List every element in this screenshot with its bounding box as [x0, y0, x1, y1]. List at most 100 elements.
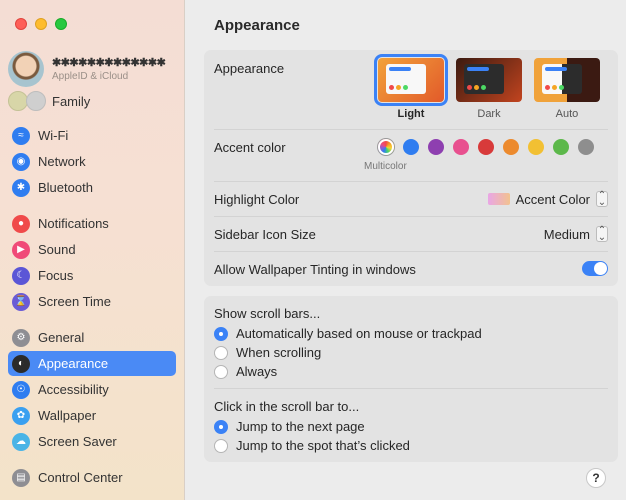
sidebar-item-control-center[interactable]: ▤ Control Center [8, 465, 176, 490]
help-button[interactable]: ? [586, 468, 606, 488]
sidebar-item-label: Accessibility [38, 382, 109, 397]
wifi-icon: ≈ [12, 126, 30, 145]
sidebar-item-label: Notifications [38, 216, 109, 231]
sidebar-item-label: Bluetooth [38, 180, 93, 195]
close-button[interactable] [15, 18, 27, 30]
accent-swatches [378, 139, 594, 155]
scroll-click-option-spot-clicked[interactable]: Jump to the spot that’s clicked [214, 438, 410, 453]
scroll-click-label: Click in the scroll bar to... [214, 399, 360, 414]
family-label: Family [52, 93, 91, 109]
sidebar-item-wallpaper[interactable]: ✿ Wallpaper [8, 403, 176, 428]
accent-graphite[interactable] [578, 139, 594, 155]
account-name: ✱✱✱✱✱✱✱✱✱✱✱✱✱ [52, 57, 166, 69]
appearance-option-dark[interactable]: Dark [456, 58, 522, 120]
option-label: Light [397, 108, 425, 120]
sidebar-item-label: Sound [38, 242, 76, 257]
sidebar-item-network[interactable]: ◉ Network [8, 149, 176, 174]
main-pane: Appearance Appearance Light Dark Auto Ac… [186, 0, 626, 500]
chevron-updown-icon: ⌃ ⌄ [596, 225, 608, 243]
radio-button[interactable] [214, 419, 228, 434]
account-subtitle: AppleID & iCloud [52, 71, 129, 82]
accent-green[interactable] [553, 139, 569, 155]
globe-icon: ◉ [12, 152, 30, 171]
account-row[interactable]: ✱✱✱✱✱✱✱✱✱✱✱✱✱ AppleID & iCloud [8, 51, 166, 87]
multicolor-label: Multicolor [364, 161, 407, 172]
screensaver-icon: ☁ [12, 432, 30, 451]
radio-button[interactable] [214, 326, 228, 341]
sidebar-item-accessibility[interactable]: ☉ Accessibility [8, 377, 176, 402]
accent-multicolor[interactable] [378, 139, 394, 155]
divider [214, 388, 608, 389]
control-center-icon: ▤ [12, 468, 30, 487]
scroll-bars-option-when-scrolling[interactable]: When scrolling [214, 345, 321, 360]
scroll-click-option-next-page[interactable]: Jump to the next page [214, 419, 365, 434]
radio-label: Jump to the spot that’s clicked [236, 438, 410, 453]
radio-button[interactable] [214, 364, 228, 379]
accent-orange[interactable] [503, 139, 519, 155]
highlight-swatch [487, 193, 510, 205]
minimize-button[interactable] [35, 18, 47, 30]
scroll-settings-card: Show scroll bars... Automatically based … [204, 296, 618, 462]
bell-icon: ● [12, 214, 30, 233]
gear-icon: ⚙ [12, 328, 30, 347]
radio-button[interactable] [214, 438, 228, 453]
settings-window: ✱✱✱✱✱✱✱✱✱✱✱✱✱ AppleID & iCloud Family ≈ … [0, 0, 626, 500]
sidebar-item-label: Screen Saver [38, 434, 117, 449]
sidebar-item-label: Focus [38, 268, 74, 283]
appearance-option-light[interactable]: Light [374, 54, 448, 120]
light-preview-icon [374, 54, 448, 106]
sidebar-item-label: Screen Time [38, 294, 111, 309]
accent-blue[interactable] [403, 139, 419, 155]
sidebar-item-label: Appearance [38, 356, 109, 371]
zoom-button[interactable] [55, 18, 67, 30]
option-label: Auto [555, 108, 579, 120]
sidebar-item-label: Network [38, 154, 86, 169]
scroll-bars-option-auto[interactable]: Automatically based on mouse or trackpad [214, 326, 482, 341]
sidebar-item-label: General [38, 330, 85, 345]
highlight-color-value: Accent Color [515, 191, 590, 207]
family-avatars-icon [8, 91, 46, 111]
wallpaper-tinting-toggle[interactable] [582, 261, 608, 276]
family-row[interactable]: Family [8, 91, 90, 111]
accent-pink[interactable] [453, 139, 469, 155]
accessibility-icon: ☉ [12, 380, 30, 399]
accent-red[interactable] [478, 139, 494, 155]
moon-icon: ☾ [12, 266, 30, 285]
flower-icon: ✿ [12, 406, 30, 425]
page-title: Appearance [214, 17, 300, 34]
sidebar-item-appearance[interactable]: ◐ Appearance [8, 351, 176, 376]
sidebar-item-notifications[interactable]: ● Notifications [8, 211, 176, 236]
accent-yellow[interactable] [528, 139, 544, 155]
sidebar-item-wifi[interactable]: ≈ Wi-Fi [8, 123, 176, 148]
option-label: Dark [477, 108, 501, 120]
appearance-option-auto[interactable]: Auto [534, 58, 600, 120]
speaker-icon: ▶ [12, 240, 30, 259]
scroll-bars-option-always[interactable]: Always [214, 364, 277, 379]
radio-label: When scrolling [236, 345, 322, 360]
sidebar-item-label: Wallpaper [38, 408, 97, 423]
window-controls [15, 18, 67, 30]
appearance-settings-card: Appearance Light Dark Auto Accent color … [204, 50, 618, 286]
sidebar-item-focus[interactable]: ☾ Focus [8, 263, 176, 288]
sidebar: ✱✱✱✱✱✱✱✱✱✱✱✱✱ AppleID & iCloud Family ≈ … [0, 0, 185, 500]
auto-preview-icon [534, 58, 600, 102]
radio-label: Always [236, 364, 278, 379]
sidebar-item-bluetooth[interactable]: ✱ Bluetooth [8, 175, 176, 200]
avatar [8, 51, 44, 87]
appearance-icon: ◐ [12, 354, 30, 373]
show-scroll-bars-label: Show scroll bars... [214, 306, 321, 321]
dark-preview-icon [456, 58, 522, 102]
sidebar-item-label: Control Center [38, 470, 123, 485]
sidebar-item-screen-saver[interactable]: ☁ Screen Saver [8, 429, 176, 454]
hourglass-icon: ⌛ [12, 292, 30, 311]
highlight-color-popup[interactable]: Accent Color ⌃ ⌄ [487, 190, 608, 208]
sidebar-item-general[interactable]: ⚙ General [8, 325, 176, 350]
divider [214, 216, 608, 217]
radio-button[interactable] [214, 345, 228, 360]
sidebar-item-sound[interactable]: ▶ Sound [8, 237, 176, 262]
accent-purple[interactable] [428, 139, 444, 155]
sidebar-item-screen-time[interactable]: ⌛ Screen Time [8, 289, 176, 314]
chevron-updown-icon: ⌃ ⌄ [596, 190, 608, 208]
bluetooth-icon: ✱ [12, 178, 30, 197]
sidebar-icon-size-popup[interactable]: Medium ⌃ ⌄ [544, 225, 608, 243]
